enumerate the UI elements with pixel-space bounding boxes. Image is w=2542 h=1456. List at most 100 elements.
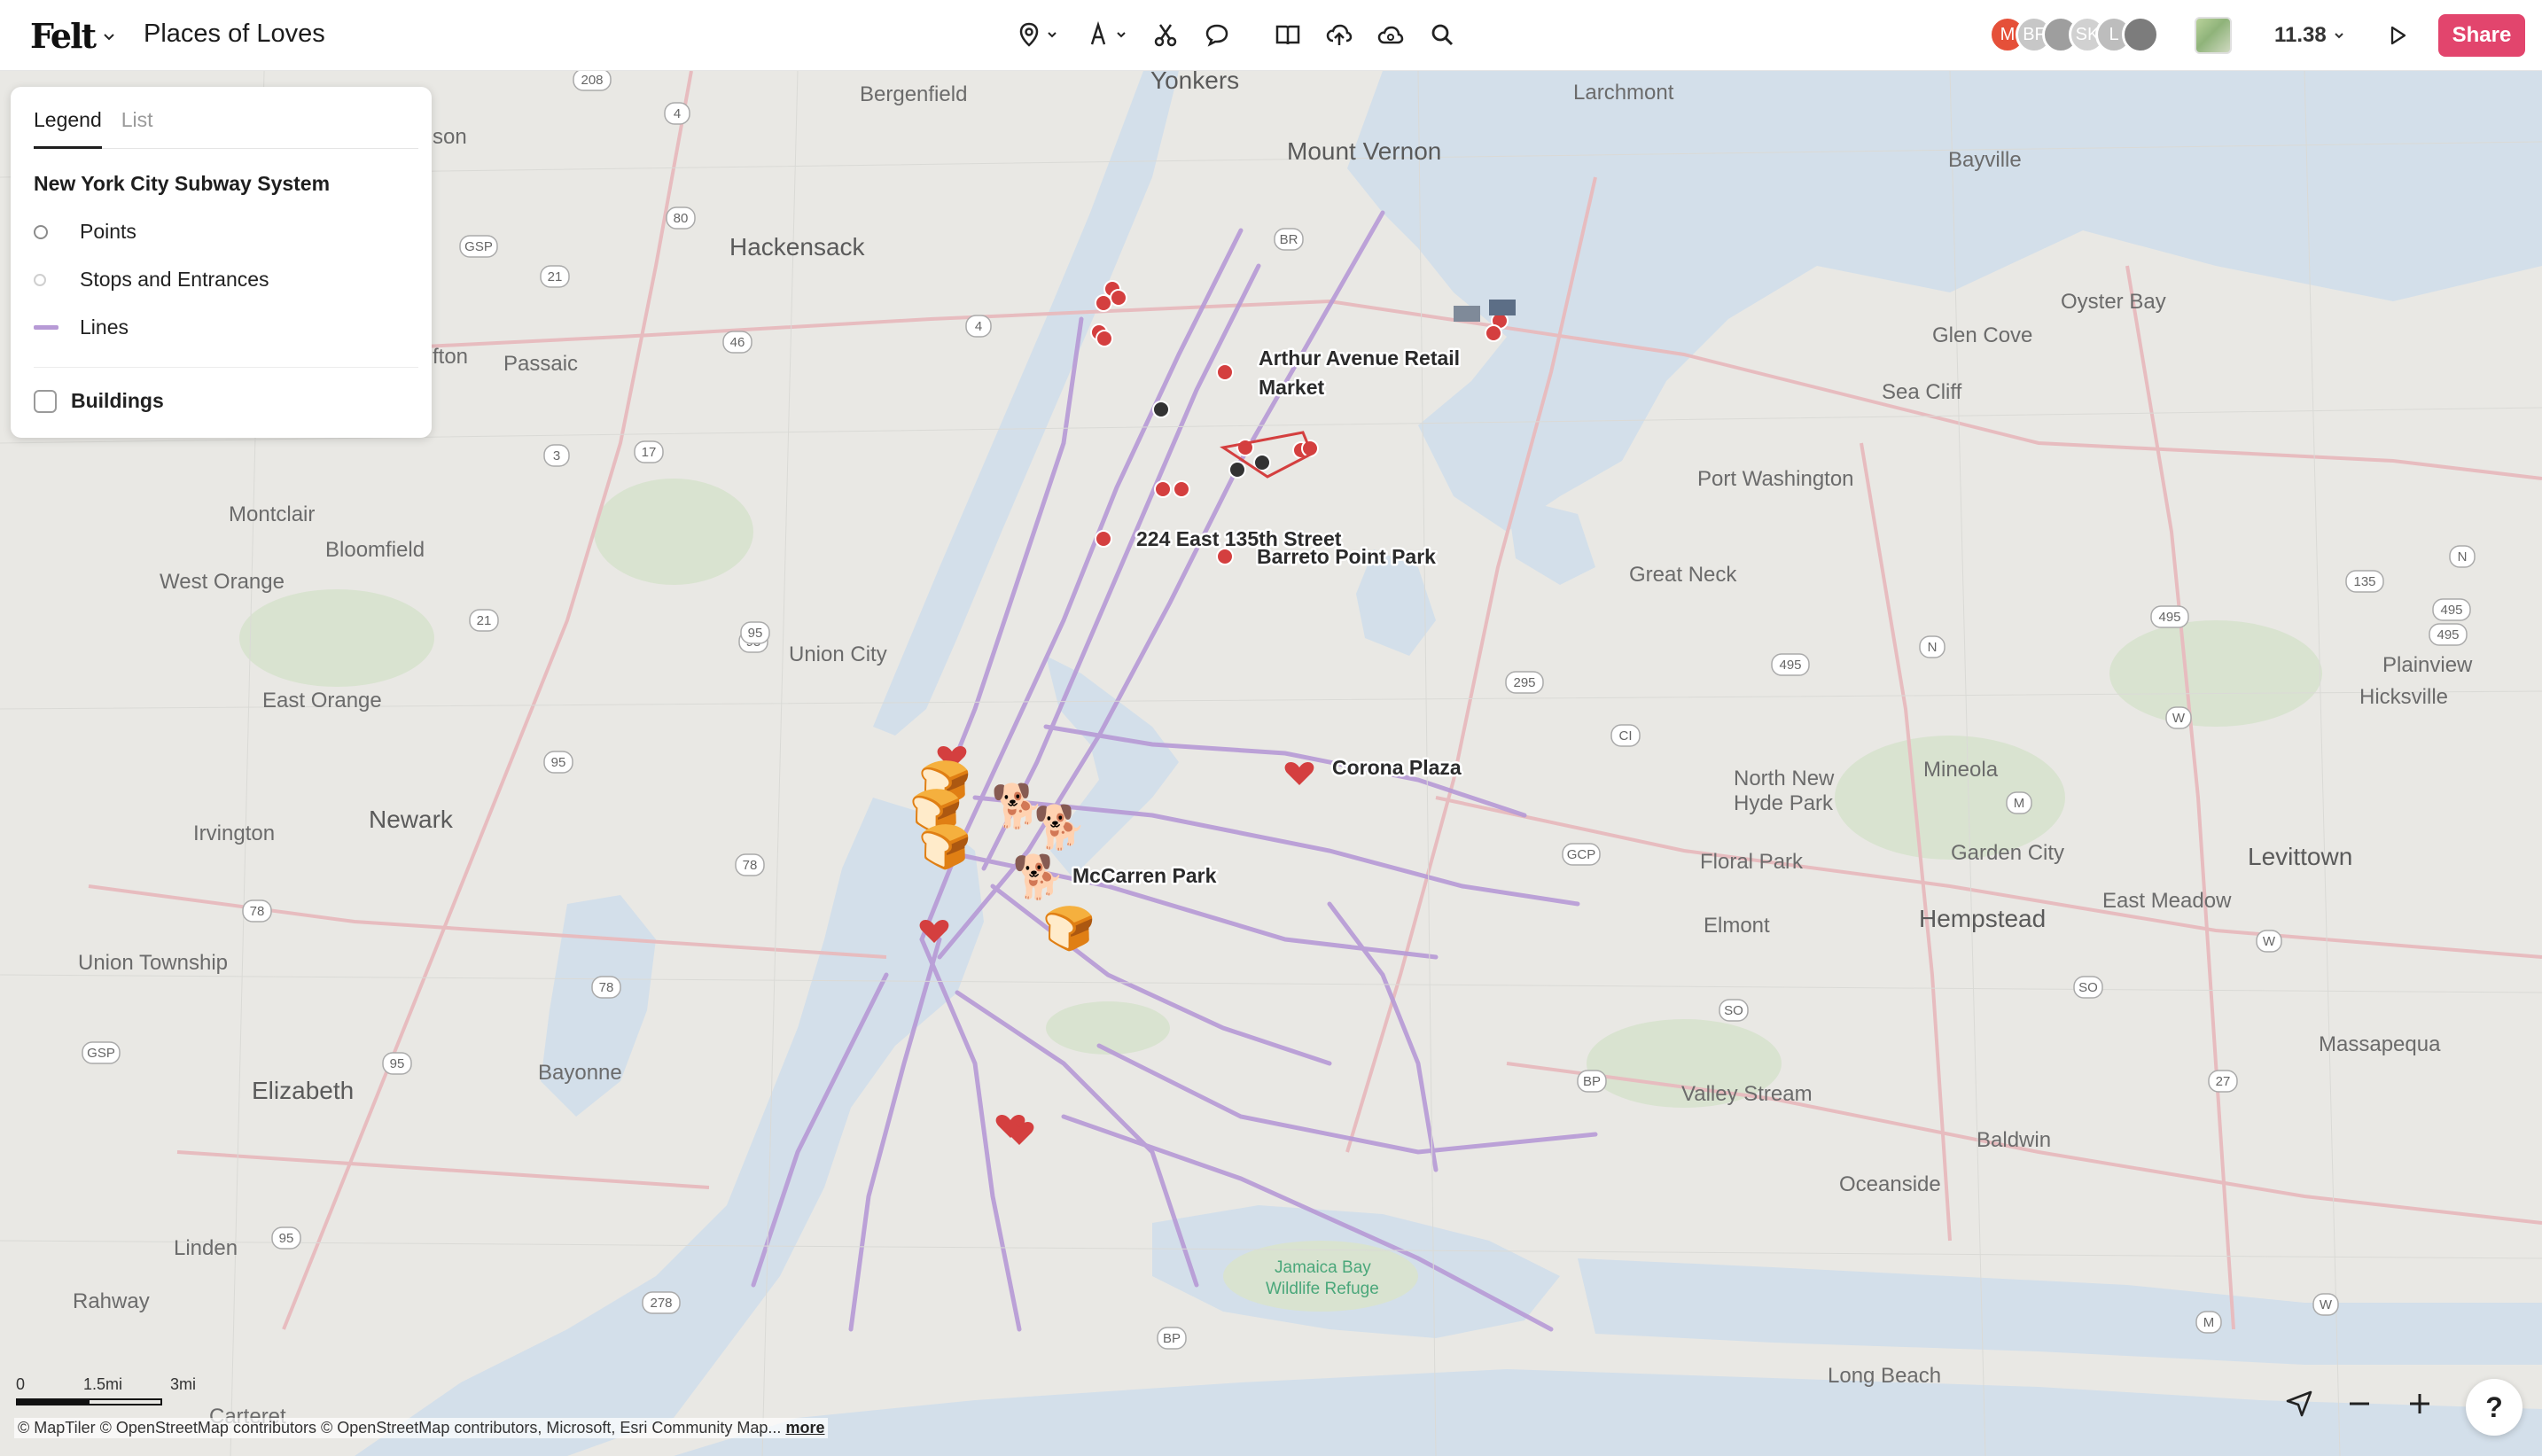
road-shield: 46 bbox=[722, 331, 752, 354]
note-tool-button[interactable] bbox=[1191, 14, 1243, 55]
bread-icon: 🍞 bbox=[918, 822, 971, 871]
attribution-more-link[interactable]: more bbox=[785, 1419, 824, 1437]
scale-label: 1.5mi bbox=[83, 1375, 123, 1393]
road-shield: 4 bbox=[965, 315, 992, 338]
place-label: Massapequa bbox=[2319, 1032, 2441, 1056]
share-button[interactable]: Share bbox=[2438, 14, 2525, 57]
road-shield: 95 bbox=[740, 621, 770, 644]
road-shield-label: GSP bbox=[464, 239, 493, 254]
data-button[interactable] bbox=[1365, 14, 1416, 55]
road-shield: 495 bbox=[2432, 598, 2471, 621]
place-label: East Orange bbox=[262, 689, 382, 712]
locate-button[interactable] bbox=[2278, 1382, 2320, 1425]
legend-item-points[interactable]: Points bbox=[34, 220, 136, 244]
road-shield: 27 bbox=[2208, 1070, 2238, 1093]
place-label: Port Washington bbox=[1697, 467, 1854, 491]
road-shield: 95 bbox=[271, 1226, 301, 1250]
road-shield-label: 295 bbox=[1513, 675, 1535, 690]
place-label: Irvington bbox=[193, 821, 275, 845]
route-tool-button[interactable] bbox=[1140, 14, 1191, 55]
chevron-down-icon bbox=[104, 33, 114, 40]
library-button[interactable] bbox=[1262, 14, 1314, 55]
collaborator-avatars[interactable]: M BF SK L bbox=[1989, 16, 2159, 53]
road-shield: 78 bbox=[242, 899, 272, 923]
basemap-thumbnail-button[interactable] bbox=[2195, 17, 2232, 54]
place-label: Long Beach bbox=[1828, 1364, 1941, 1388]
book-icon bbox=[1275, 25, 1300, 45]
map-pin-icon bbox=[1019, 22, 1039, 47]
legend-item-stops[interactable]: Stops and Entrances bbox=[34, 268, 269, 292]
legend-item-lines[interactable]: Lines bbox=[34, 315, 129, 339]
road-shield-label: CI bbox=[1619, 728, 1633, 744]
road-shield-label: 80 bbox=[674, 211, 689, 226]
road-shield: 17 bbox=[634, 440, 664, 463]
legend-item-label: Buildings bbox=[71, 389, 164, 412]
place-label: Baldwin bbox=[1977, 1128, 2051, 1152]
pin-tool-button[interactable] bbox=[1002, 14, 1071, 55]
road-shield: SO bbox=[2073, 976, 2103, 999]
map-pin bbox=[1228, 461, 1246, 479]
tab-legend[interactable]: Legend bbox=[34, 106, 102, 149]
felt-menu-button[interactable]: Felt bbox=[30, 16, 116, 56]
pin-label: McCarren Park bbox=[1072, 864, 1217, 887]
map-pin bbox=[1154, 480, 1172, 498]
place-label: Oyster Bay bbox=[2061, 290, 2166, 314]
tab-list[interactable]: List bbox=[121, 106, 153, 149]
zoom-out-button[interactable] bbox=[2338, 1382, 2381, 1425]
pin-label: Market bbox=[1259, 376, 1324, 399]
place-label: East Meadow bbox=[2102, 889, 2232, 913]
road-shield: W bbox=[2256, 930, 2282, 953]
road-shield-label: 95 bbox=[748, 626, 763, 641]
place-label: Bayville bbox=[1948, 148, 2022, 172]
map-pin bbox=[1095, 530, 1112, 548]
text-tool-button[interactable] bbox=[1071, 14, 1140, 55]
road-shield-label: BP bbox=[1163, 1331, 1181, 1346]
place-label: Floral Park bbox=[1700, 850, 1804, 874]
visibility-checkbox[interactable] bbox=[34, 389, 57, 413]
road-shield: 495 bbox=[2429, 623, 2468, 646]
layer-group-title[interactable]: New York City Subway System bbox=[34, 172, 330, 196]
map-pin bbox=[1096, 330, 1113, 347]
place-label: Hackensack bbox=[729, 233, 866, 261]
legend-item-label: Points bbox=[80, 220, 136, 243]
place-label: West Orange bbox=[160, 570, 285, 594]
legend-tabs: Legend List bbox=[34, 106, 418, 149]
road-shield-label: 46 bbox=[730, 335, 745, 350]
zoom-in-button[interactable] bbox=[2398, 1382, 2441, 1425]
photo-icon bbox=[1489, 300, 1516, 315]
map-title[interactable]: Places of Loves bbox=[144, 19, 325, 49]
zoom-level-dropdown[interactable]: 11.38 bbox=[2274, 23, 2344, 48]
legend-item-buildings[interactable]: Buildings bbox=[34, 389, 164, 413]
place-label: Glen Cove bbox=[1932, 323, 2032, 347]
road-shield: N bbox=[1919, 635, 1945, 658]
place-label: Larchmont bbox=[1573, 81, 1674, 105]
road-shield-label: 135 bbox=[2353, 574, 2375, 589]
scissors-route-icon bbox=[1154, 24, 1177, 47]
pin-label: Barreto Point Park bbox=[1257, 545, 1436, 568]
road-shield: GSP bbox=[82, 1041, 121, 1064]
road-shield-label: 21 bbox=[477, 613, 492, 628]
minus-icon bbox=[2350, 1402, 2369, 1405]
present-button[interactable] bbox=[2382, 19, 2414, 51]
map-pin bbox=[1216, 363, 1234, 381]
road-shield: 295 bbox=[1505, 671, 1544, 694]
place-label: North New bbox=[1734, 767, 1835, 790]
help-button[interactable]: ? bbox=[2466, 1379, 2523, 1436]
photo-icon bbox=[1454, 306, 1480, 322]
upload-button[interactable] bbox=[1314, 14, 1365, 55]
place-label: Rahway bbox=[73, 1289, 150, 1313]
place-label: fton bbox=[433, 345, 468, 369]
place-label: Plainview bbox=[2382, 653, 2473, 677]
water-label: Jamaica Bay bbox=[1275, 1258, 1371, 1277]
road-shield-label: 4 bbox=[975, 319, 982, 334]
place-label: Union City bbox=[789, 642, 887, 666]
place-label: Elizabeth bbox=[252, 1077, 354, 1104]
place-label: Hicksville bbox=[2359, 685, 2448, 709]
road-shield-label: 4 bbox=[674, 106, 681, 121]
avatar[interactable] bbox=[2122, 16, 2159, 53]
pin-label: Arthur Avenue Retail bbox=[1259, 346, 1460, 370]
search-button[interactable] bbox=[1416, 14, 1468, 55]
road-shield-label: N bbox=[2458, 549, 2468, 564]
road-shield: 278 bbox=[642, 1291, 681, 1314]
road-shield: BR bbox=[1274, 228, 1304, 251]
